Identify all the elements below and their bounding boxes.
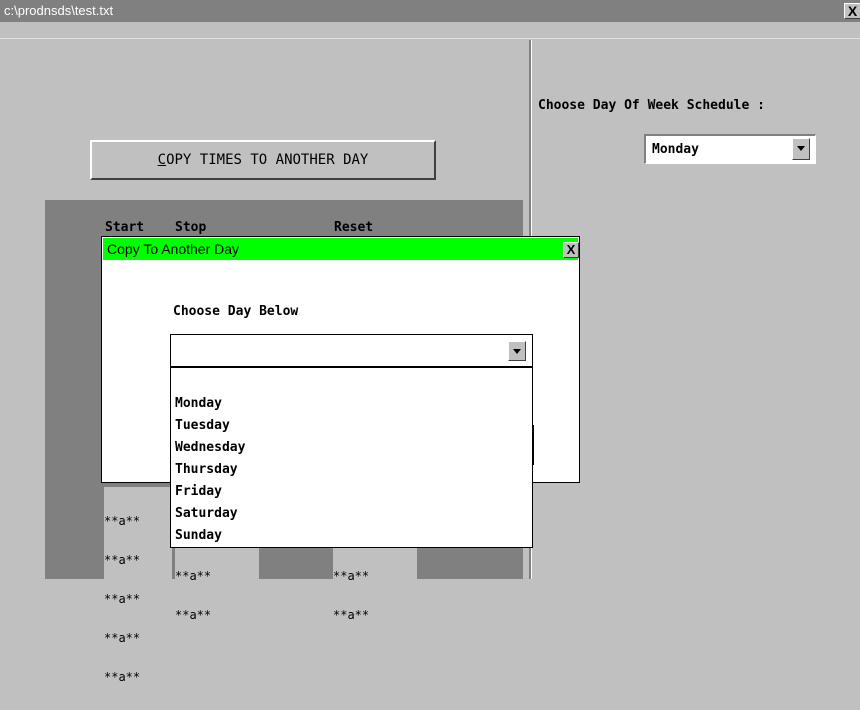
grid-header-reset: Reset <box>334 220 374 235</box>
schedule-day-select[interactable]: Monday <box>644 134 816 164</box>
day-option-monday[interactable]: Monday <box>175 396 222 411</box>
day-option-sunday[interactable]: Sunday <box>175 528 222 543</box>
start-time-cell[interactable]: **a** <box>104 515 172 528</box>
reset-time-cell[interactable]: **a** <box>333 609 417 622</box>
day-option-friday[interactable]: Friday <box>175 484 222 499</box>
reset-time-cell[interactable]: **a** <box>333 570 417 583</box>
window-titlebar: c:\prodnsds\test.txt X <box>0 0 860 22</box>
copy-button-label: OPY TIMES TO ANOTHER DAY <box>166 152 369 168</box>
start-time-cell[interactable]: **a** <box>104 632 172 645</box>
choose-day-prompt: Choose Day Below <box>173 304 299 319</box>
schedule-day-label: Choose Day Of Week Schedule : <box>538 98 765 113</box>
copy-day-dropdown-arrow-icon[interactable] <box>508 341 526 361</box>
stop-time-cell[interactable]: **a** <box>175 570 259 583</box>
start-time-cell[interactable]: **a** <box>104 554 172 567</box>
grid-header-start: Start <box>105 220 145 235</box>
copy-button-mnemonic: C <box>157 152 167 168</box>
day-option-thursday[interactable]: Thursday <box>175 462 238 477</box>
day-option-tuesday[interactable]: Tuesday <box>175 418 230 433</box>
stop-time-cell[interactable]: **a** <box>175 609 259 622</box>
day-option-wednesday[interactable]: Wednesday <box>175 440 245 455</box>
copy-times-button[interactable]: COPY TIMES TO ANOTHER DAY <box>90 140 436 180</box>
window-title: c:\prodnsds\test.txt <box>4 3 114 18</box>
grid-header-stop: Stop <box>175 220 207 235</box>
dialog-close-button[interactable]: X <box>563 242 579 258</box>
copy-day-select[interactable] <box>170 334 533 367</box>
start-time-cell[interactable]: **a** <box>104 671 172 684</box>
copy-day-options-list[interactable]: Monday Tuesday Wednesday Thursday Friday… <box>170 367 533 548</box>
title-divider <box>0 38 860 39</box>
dialog-title: Copy To Another Day <box>107 241 240 257</box>
schedule-day-value: Monday <box>652 142 699 157</box>
start-times-column[interactable]: **a** **a** **a** **a** **a** <box>104 487 172 684</box>
dialog-titlebar: Copy To Another Day <box>103 238 578 260</box>
start-time-cell[interactable]: **a** <box>104 593 172 606</box>
day-option-saturday[interactable]: Saturday <box>175 506 238 521</box>
schedule-dropdown-arrow-icon[interactable] <box>792 138 810 160</box>
window-close-button[interactable]: X <box>844 3 860 19</box>
